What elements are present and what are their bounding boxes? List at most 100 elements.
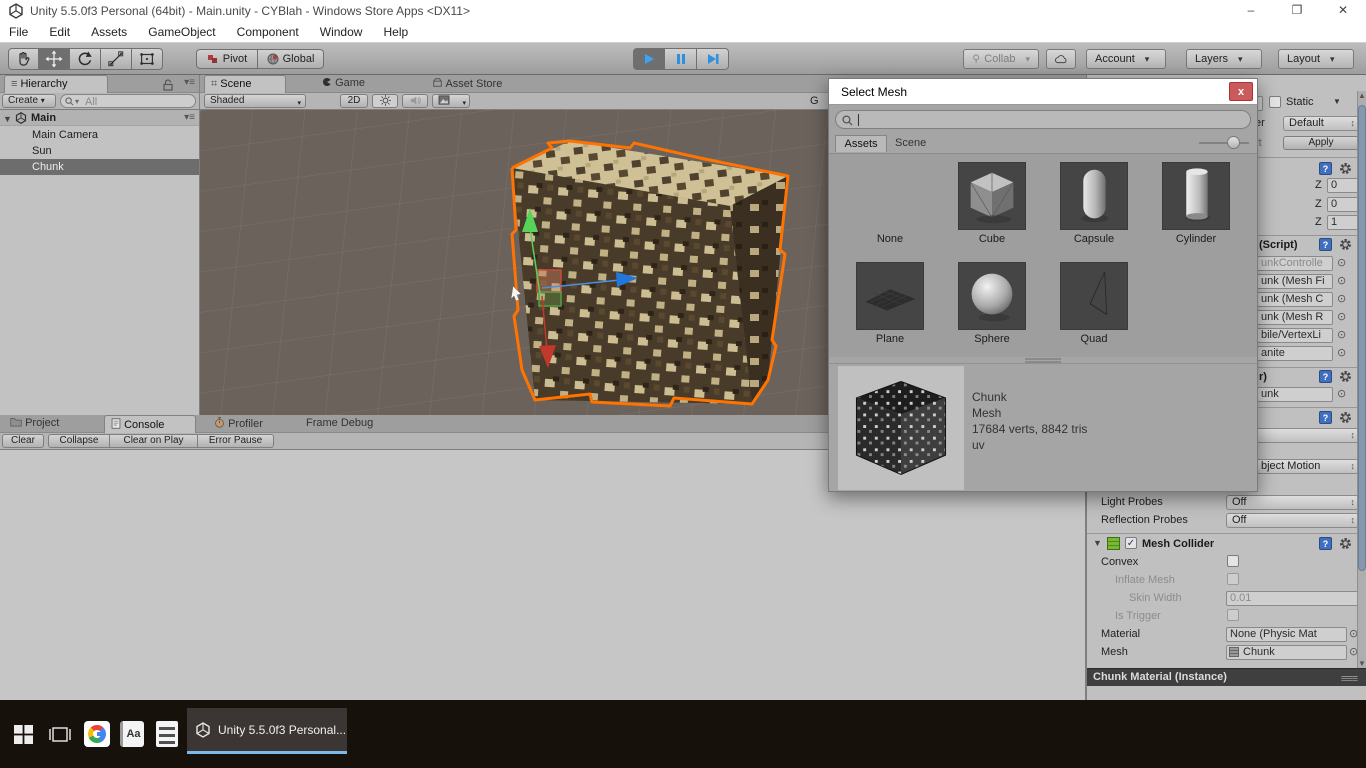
shading-mode-dropdown[interactable]: Shaded ▾	[204, 94, 306, 108]
scale-z-field[interactable]: 1	[1327, 215, 1359, 230]
object-picker-icon[interactable]: ⊙	[1337, 274, 1346, 287]
account-dropdown[interactable]: Account ▾	[1086, 49, 1166, 69]
tab-game[interactable]: Game	[316, 75, 373, 93]
search-filter-arrow-icon[interactable]: ▾	[75, 97, 79, 106]
tab-asset-store[interactable]: Asset Store	[426, 75, 510, 93]
move-tool-button[interactable]	[39, 48, 70, 70]
lock-icon[interactable]	[163, 79, 173, 91]
clear-button[interactable]: Clear	[2, 434, 44, 448]
thumbnail-size-slider-thumb[interactable]	[1227, 136, 1240, 149]
help-icon[interactable]: ?	[1319, 238, 1332, 251]
object-picker-icon[interactable]: ⊙	[1337, 256, 1346, 269]
inspector-scrollbar-thumb[interactable]	[1358, 105, 1366, 571]
menu-help[interactable]: Help	[375, 22, 418, 42]
position-z-field[interactable]: 0	[1327, 178, 1359, 193]
tab-profiler[interactable]: Profiler	[208, 415, 271, 433]
apply-button[interactable]: Apply	[1283, 136, 1359, 150]
dialog-title-bar[interactable]: Select Mesh x	[829, 79, 1257, 105]
inflate-mesh-checkbox[interactable]	[1227, 573, 1239, 585]
help-icon[interactable]: ?	[1319, 411, 1332, 424]
hierarchy-item-sun[interactable]: Sun	[0, 143, 199, 159]
2d-toggle-button[interactable]: 2D	[340, 94, 368, 108]
object-picker-icon[interactable]: ⊙	[1337, 310, 1346, 323]
mesh-item-quad[interactable]	[1060, 262, 1128, 330]
physic-material-field[interactable]: None (Physic Mat	[1226, 627, 1347, 642]
audio-toggle-button[interactable]	[402, 94, 428, 108]
error-pause-button[interactable]: Error Pause	[198, 434, 274, 448]
menu-gameobject[interactable]: GameObject	[139, 22, 224, 42]
light-probes-dropdown[interactable]: Off	[1226, 495, 1359, 510]
foldout-arrow-icon[interactable]: ▼	[3, 111, 12, 127]
layout-dropdown[interactable]: Layout ▾	[1278, 49, 1354, 69]
layers-dropdown[interactable]: Layers ▾	[1186, 49, 1262, 69]
pane-menu-icon[interactable]: ▾≡	[184, 77, 195, 88]
mesh-item-capsule[interactable]	[1060, 162, 1128, 230]
lighting-toggle-button[interactable]	[372, 94, 398, 108]
static-checkbox[interactable]	[1269, 96, 1281, 108]
step-button[interactable]	[697, 48, 729, 70]
help-icon[interactable]: ?	[1319, 370, 1332, 383]
start-button-icon[interactable]	[14, 725, 33, 744]
mesh-item-sphere[interactable]	[958, 262, 1026, 330]
dictionary-taskbar-icon[interactable]: Aa	[120, 721, 144, 747]
collab-dropdown[interactable]: Collab ▾	[963, 49, 1039, 69]
pause-button[interactable]	[665, 48, 697, 70]
object-picker-icon[interactable]: ⊙	[1337, 328, 1346, 341]
chrome-taskbar-icon[interactable]	[84, 721, 110, 747]
gizmos-button-clipped[interactable]: G	[810, 95, 819, 107]
menu-edit[interactable]: Edit	[40, 22, 79, 42]
gear-icon[interactable]	[1339, 162, 1352, 175]
minimize-button[interactable]: –	[1228, 0, 1274, 22]
mesh-item-cube[interactable]	[958, 162, 1026, 230]
collapse-button[interactable]: Collapse	[48, 434, 110, 448]
maximize-button[interactable]: ❐	[1274, 0, 1320, 22]
pane-menu-icon[interactable]: ▾≡	[184, 110, 195, 126]
gear-icon[interactable]	[1339, 238, 1352, 251]
cloud-services-button[interactable]	[1046, 49, 1076, 69]
gear-icon[interactable]	[1339, 537, 1352, 550]
mesh-search-input[interactable]	[835, 110, 1251, 129]
reflection-probes-dropdown[interactable]: Off	[1226, 513, 1359, 528]
object-picker-icon[interactable]: ⊙	[1337, 387, 1346, 400]
hierarchy-item-chunk[interactable]: Chunk	[0, 159, 199, 175]
hierarchy-search-input[interactable]: ▾ All	[60, 94, 196, 108]
tab-project[interactable]: Project	[4, 415, 67, 433]
effects-dropdown[interactable]: ▾	[432, 94, 470, 108]
static-dropdown-arrow-icon[interactable]: ▼	[1333, 97, 1341, 106]
rotation-z-field[interactable]: 0	[1327, 197, 1359, 212]
dialog-tab-assets[interactable]: Assets	[835, 135, 887, 152]
object-picker-icon[interactable]: ⊙	[1337, 346, 1346, 359]
mesh-item-plane[interactable]	[856, 262, 924, 330]
menu-window[interactable]: Window	[311, 22, 372, 42]
menu-component[interactable]: Component	[228, 22, 308, 42]
menu-file[interactable]: File	[0, 22, 37, 42]
tab-console[interactable]: Console	[104, 415, 196, 433]
global-toggle-button[interactable]: Global	[258, 49, 324, 69]
is-trigger-checkbox[interactable]	[1227, 609, 1239, 621]
help-icon[interactable]: ?	[1319, 162, 1332, 175]
rect-tool-button[interactable]	[132, 48, 163, 70]
gear-icon[interactable]	[1339, 370, 1352, 383]
hierarchy-item-main-camera[interactable]: Main Camera	[0, 127, 199, 143]
tab-scene[interactable]: ⌗ Scene	[204, 75, 286, 93]
pivot-toggle-button[interactable]: Pivot	[196, 49, 258, 69]
mesh-collider-enabled-checkbox[interactable]: ✓	[1125, 537, 1137, 549]
dialog-tab-scene[interactable]: Scene	[895, 137, 926, 149]
create-button[interactable]: Create ▾	[2, 94, 56, 108]
mesh-item-cylinder[interactable]	[1162, 162, 1230, 230]
layer-dropdown[interactable]: Default	[1283, 116, 1359, 131]
clear-on-play-button[interactable]: Clear on Play	[110, 434, 198, 448]
dialog-close-button[interactable]: x	[1229, 82, 1253, 101]
scroll-up-arrow-icon[interactable]: ▲	[1358, 91, 1366, 100]
unity-taskbar-button[interactable]: Unity 5.5.0f3 Personal...	[187, 708, 347, 754]
tab-frame-debug[interactable]: Frame Debug	[300, 415, 381, 433]
mesh-item-none[interactable]: None	[840, 233, 940, 245]
tab-hierarchy[interactable]: ≡ Hierarchy	[4, 75, 108, 93]
scroll-down-arrow-icon[interactable]: ▼	[1358, 659, 1366, 668]
material-footer-bar[interactable]: Chunk Material (Instance) ≡≡≡	[1087, 668, 1366, 686]
help-icon[interactable]: ?	[1319, 537, 1332, 550]
scene-header-row[interactable]: ▼ Main ▾≡	[0, 110, 199, 126]
scale-tool-button[interactable]	[101, 48, 132, 70]
gizmo-plane-handle-red[interactable]	[537, 270, 561, 292]
foldout-arrow-icon[interactable]: ▼	[1093, 538, 1102, 548]
